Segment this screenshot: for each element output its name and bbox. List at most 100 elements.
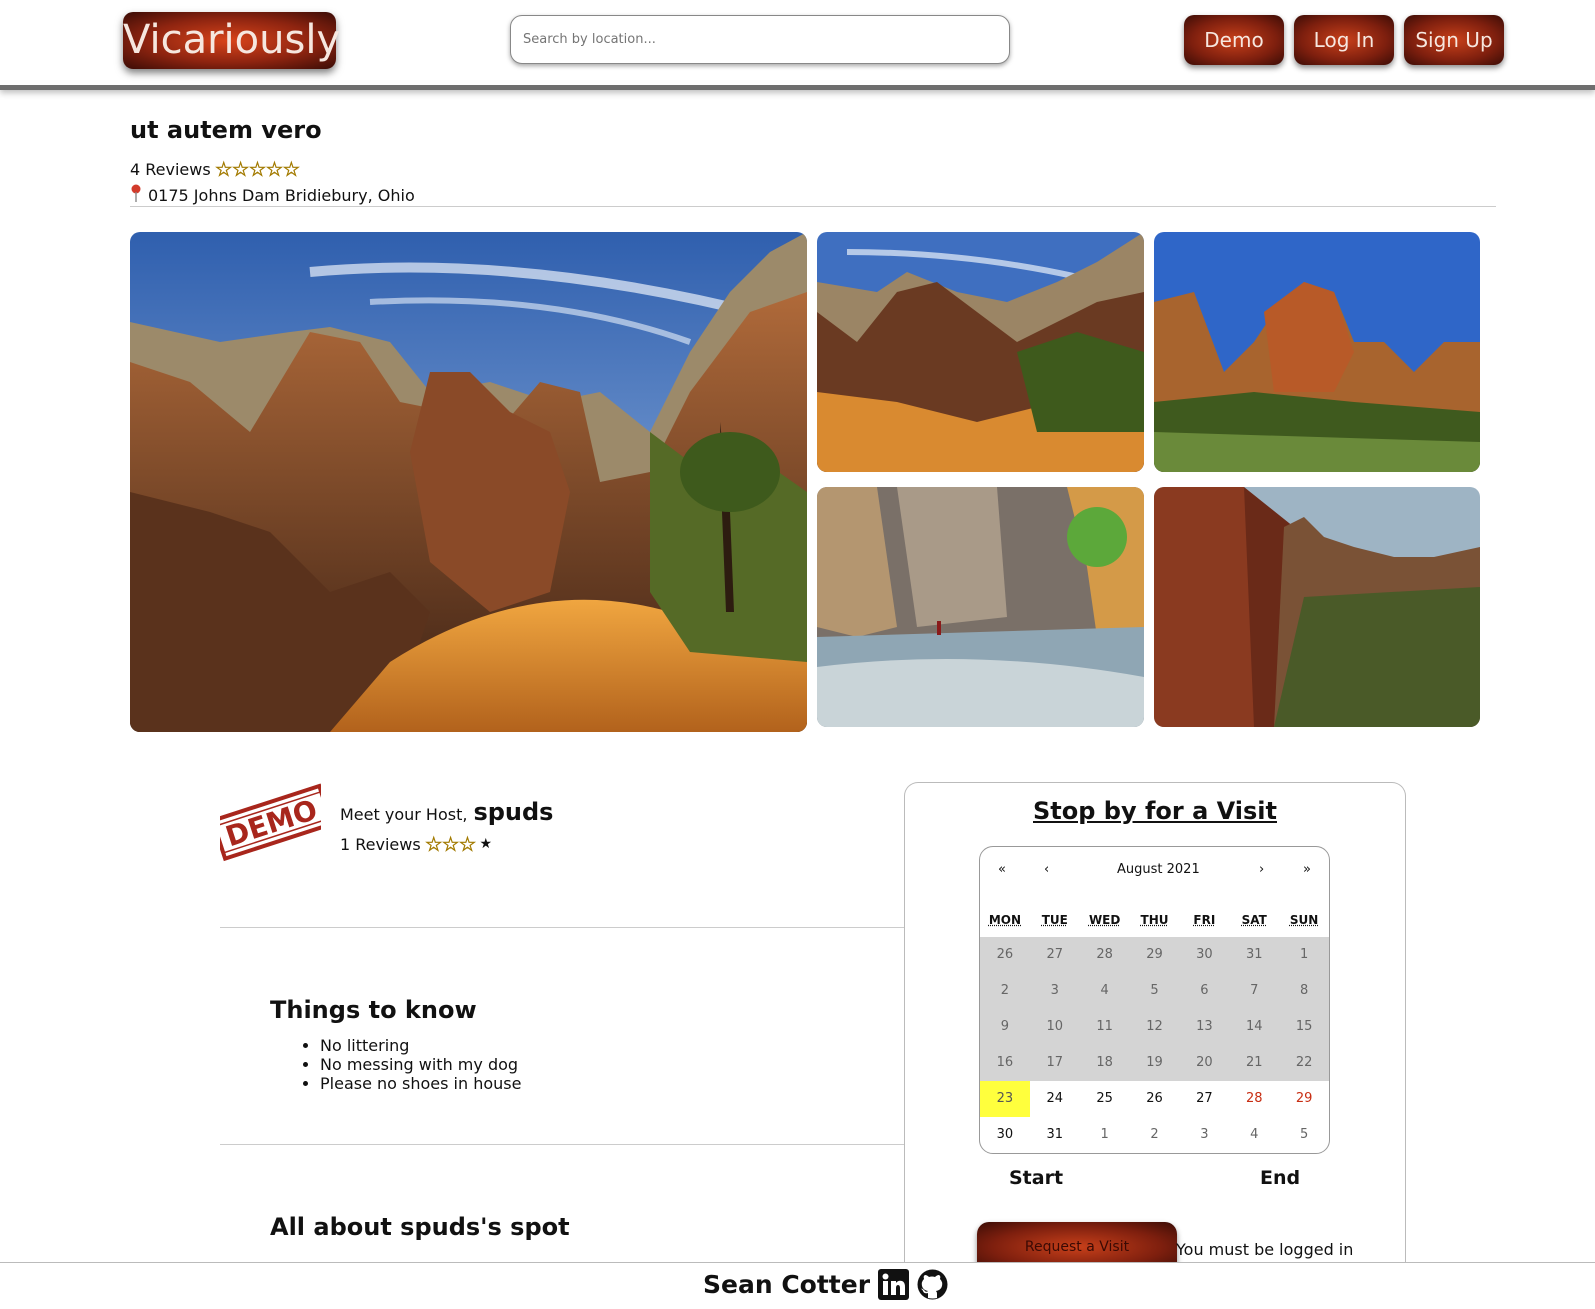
logo[interactable]: Vicariously — [123, 12, 340, 69]
about-title: All about spuds's spot — [270, 1213, 570, 1241]
calendar-day: 6 — [1179, 973, 1230, 1009]
calendar-day[interactable]: 1 — [1080, 1117, 1130, 1153]
calendar-day[interactable]: 29 — [1279, 1081, 1329, 1117]
divider — [220, 927, 904, 928]
house-rules-list: No littering No messing with my dog Plea… — [320, 1036, 521, 1093]
login-button[interactable]: Log In — [1294, 15, 1394, 65]
calendar-day: 16 — [980, 1045, 1030, 1081]
host-reviews: 1 Reviews ☆☆☆ ★ — [340, 832, 492, 857]
search-input[interactable] — [510, 15, 1010, 64]
host-name[interactable]: spuds — [473, 798, 553, 826]
calendar-day: 27 — [1029, 937, 1080, 973]
login-required-note: You must be logged in — [1176, 1240, 1354, 1259]
footer-credits: Sean Cotter — [703, 1269, 948, 1300]
calendar-day[interactable]: 27 — [1179, 1081, 1229, 1117]
calendar-day[interactable]: 28 — [1229, 1081, 1279, 1117]
calendar-week: 23 24 25 26 27 28 29 — [980, 1081, 1329, 1117]
host-intro: Meet your Host, spuds — [340, 798, 553, 826]
list-item: No messing with my dog — [320, 1055, 521, 1074]
booking-title: Stop by for a Visit — [1033, 797, 1277, 825]
calendar-day: 9 — [980, 1009, 1030, 1045]
calendar-day: 22 — [1279, 1045, 1329, 1081]
things-to-know-title: Things to know — [270, 996, 477, 1024]
demo-stamp-image: DEMO — [210, 781, 335, 863]
calendar-day: 1 — [1279, 937, 1329, 973]
calendar-day: 13 — [1179, 1009, 1230, 1045]
signup-button[interactable]: Sign Up — [1404, 15, 1504, 65]
weekday-label: SUN — [1289, 913, 1319, 927]
prev-month-button[interactable]: ‹ — [1044, 862, 1049, 877]
calendar-day[interactable]: 3 — [1179, 1117, 1229, 1153]
prev-year-button[interactable]: « — [998, 862, 1006, 877]
booking-panel: Stop by for a Visit « ‹ August 2021 › » … — [904, 782, 1406, 1282]
calendar-day[interactable]: 25 — [1080, 1081, 1130, 1117]
host-prefix: Meet your Host, — [340, 805, 468, 824]
calendar-day: 29 — [1129, 937, 1180, 973]
github-icon[interactable] — [917, 1269, 948, 1300]
calendar-grid: 26 27 28 29 30 31 1 2 3 4 5 6 7 8 9 10 1… — [980, 937, 1329, 1153]
calendar-day: 4 — [1079, 973, 1130, 1009]
listing-photo-2[interactable] — [817, 232, 1144, 472]
listing-reviews: 4 Reviews ☆☆☆☆☆ — [130, 157, 301, 182]
start-date-label: Start — [1009, 1167, 1064, 1189]
calendar-week: 30 31 1 2 3 4 5 — [980, 1117, 1329, 1153]
next-year-button[interactable]: » — [1303, 862, 1311, 877]
calendar-day: 18 — [1079, 1045, 1130, 1081]
calendar-day: 20 — [1179, 1045, 1230, 1081]
calendar-day[interactable]: 24 — [1030, 1081, 1080, 1117]
host-reviews-count[interactable]: 1 Reviews — [340, 835, 421, 854]
about-description — [270, 1252, 850, 1260]
calendar-day: 19 — [1129, 1045, 1180, 1081]
calendar-week: 16 17 18 19 20 21 22 — [980, 1045, 1329, 1081]
weekday-header: MON TUE WED THU FRI SAT SUN — [980, 913, 1329, 927]
calendar-day: 5 — [1129, 973, 1180, 1009]
top-navbar: Vicariously Demo Log In Sign Up — [0, 0, 1595, 90]
weekday-label: SAT — [1241, 913, 1267, 927]
end-date-label: End — [1260, 1167, 1301, 1189]
calendar-day: 21 — [1229, 1045, 1280, 1081]
calendar-month-label[interactable]: August 2021 — [1117, 862, 1200, 877]
calendar-navigation: « ‹ August 2021 › » — [980, 847, 1329, 891]
author-name: Sean Cotter — [703, 1270, 871, 1299]
map-pin-icon — [130, 184, 142, 206]
calendar-week: 26 27 28 29 30 31 1 — [980, 937, 1329, 973]
calendar-day: 7 — [1229, 973, 1280, 1009]
weekday-label: FRI — [1193, 913, 1216, 927]
calendar-day: 8 — [1279, 973, 1329, 1009]
calendar-day: 15 — [1279, 1009, 1329, 1045]
calendar-day: 10 — [1029, 1009, 1080, 1045]
listing-address: 0175 Johns Dam Bridiebury, Ohio — [130, 184, 415, 206]
calendar-day[interactable]: 2 — [1130, 1117, 1180, 1153]
calendar-day[interactable]: 4 — [1229, 1117, 1279, 1153]
calendar-day: 28 — [1079, 937, 1130, 973]
calendar-week: 9 10 11 12 13 14 15 — [980, 1009, 1329, 1045]
listing-photo-main[interactable] — [130, 232, 807, 732]
calendar-day[interactable]: 31 — [1030, 1117, 1080, 1153]
weekday-label: TUE — [1041, 913, 1068, 927]
list-item: No littering — [320, 1036, 521, 1055]
divider — [130, 206, 1496, 207]
calendar-day: 31 — [1229, 937, 1280, 973]
calendar-day: 30 — [1179, 937, 1230, 973]
listing-photo-4[interactable] — [817, 487, 1144, 727]
footer: Sean Cotter — [0, 1262, 1595, 1309]
calendar-day: 14 — [1229, 1009, 1280, 1045]
calendar-day: 2 — [980, 973, 1030, 1009]
calendar-day[interactable]: 5 — [1279, 1117, 1329, 1153]
star-rating-icon: ☆☆☆ — [424, 832, 476, 857]
star-rating-icon: ☆☆☆☆☆ — [214, 157, 300, 182]
listing-reviews-count[interactable]: 4 Reviews — [130, 160, 211, 179]
calendar-day-today[interactable]: 23 — [980, 1081, 1030, 1117]
divider — [220, 1144, 904, 1145]
linkedin-icon[interactable] — [878, 1269, 910, 1300]
calendar-day[interactable]: 30 — [980, 1117, 1030, 1153]
weekday-label: THU — [1140, 913, 1169, 927]
next-month-button[interactable]: › — [1259, 862, 1264, 877]
listing-photo-5[interactable] — [1154, 487, 1480, 727]
listing-title: ut autem vero — [130, 116, 322, 144]
listing-photo-3[interactable] — [1154, 232, 1480, 472]
calendar-day[interactable]: 26 — [1130, 1081, 1180, 1117]
demo-button[interactable]: Demo — [1184, 15, 1284, 65]
calendar-week: 2 3 4 5 6 7 8 — [980, 973, 1329, 1009]
calendar-day: 17 — [1029, 1045, 1080, 1081]
